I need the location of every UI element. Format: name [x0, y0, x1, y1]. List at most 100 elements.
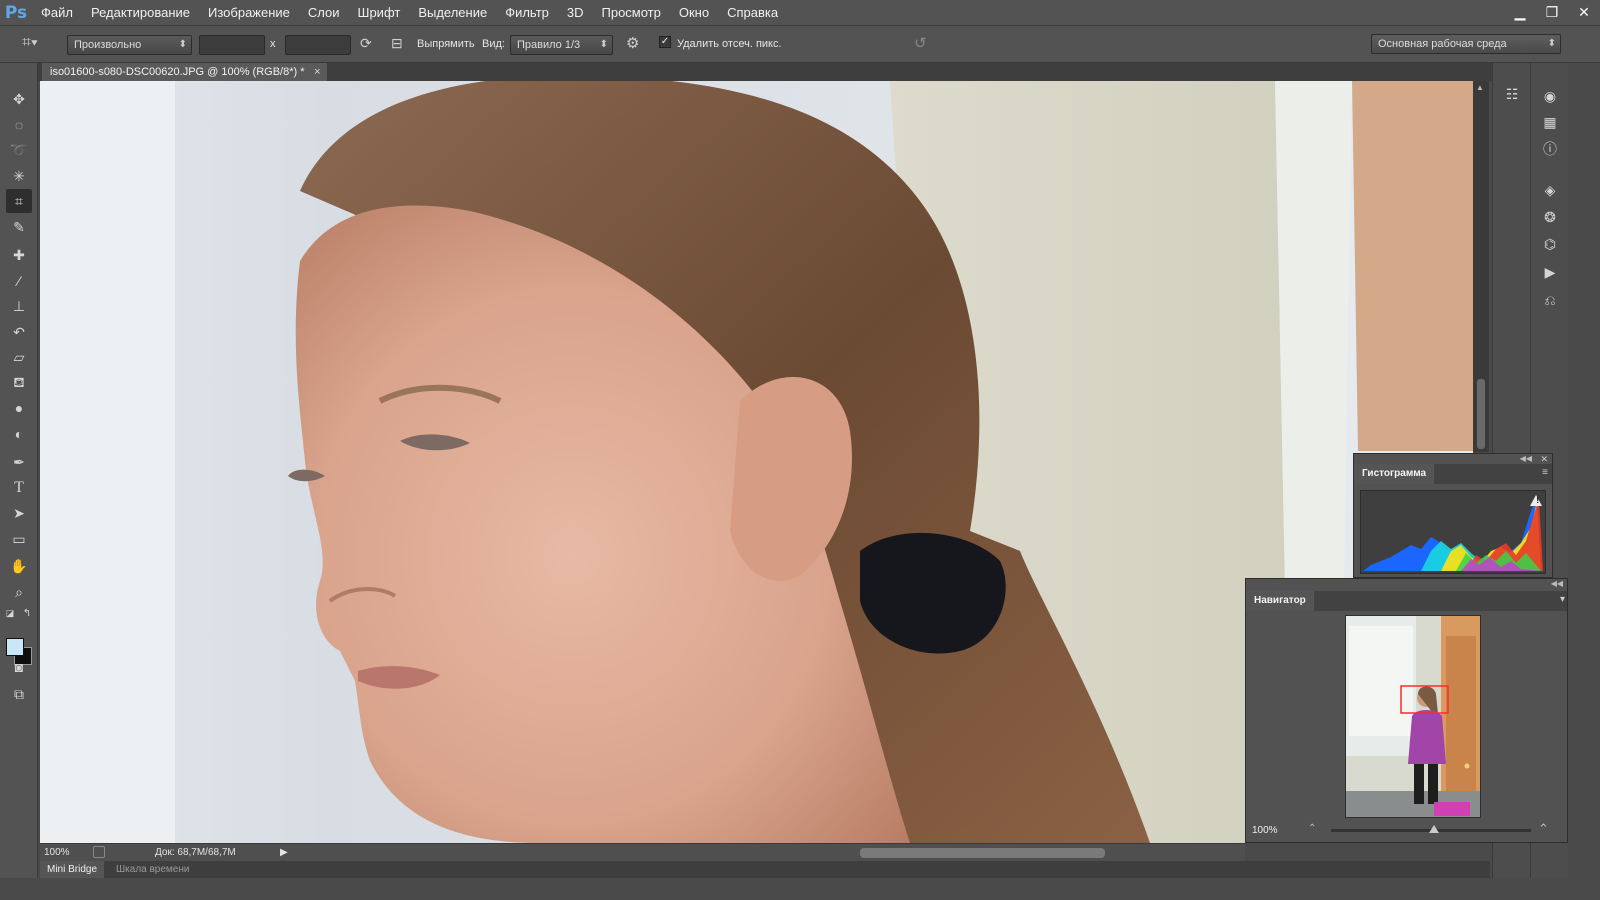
eraser-icon[interactable]: ▱ — [6, 345, 32, 369]
menu-view[interactable]: Просмотр — [593, 0, 670, 25]
histogram-header: Гистограмма ≡ — [1354, 464, 1552, 484]
brush-icon[interactable]: ∕ — [6, 269, 32, 293]
navigator-menu-icon[interactable]: ▾ — [1560, 594, 1565, 605]
close-tab-icon[interactable]: × — [314, 63, 320, 81]
straighten-icon[interactable]: ⊟ — [391, 35, 403, 52]
quick-mask-icon[interactable]: ◙ — [6, 655, 32, 679]
workspace-select[interactable]: Основная рабочая среда — [1371, 34, 1561, 54]
eyedropper-icon[interactable]: ✎ — [6, 215, 32, 239]
gear-icon[interactable]: ⚙ — [626, 34, 639, 52]
menu-3d[interactable]: 3D — [558, 0, 593, 25]
default-colors-icon[interactable]: ◪ — [2, 607, 18, 619]
layers-icon[interactable]: ◈ — [1539, 179, 1561, 201]
history-brush-icon[interactable]: ↶ — [6, 320, 32, 344]
marquee-icon[interactable]: ◌ — [6, 113, 32, 137]
info-icon[interactable]: ⓘ — [1539, 138, 1561, 160]
delete-cropped-label[interactable]: Удалить отсеч. пикс. — [677, 38, 782, 50]
magic-wand-icon[interactable]: ✳ — [6, 164, 32, 188]
zoom-out-icon[interactable]: ⌃ — [1308, 823, 1316, 834]
menu-select[interactable]: Выделение — [409, 0, 496, 25]
width-field[interactable] — [199, 35, 265, 55]
channels-icon[interactable]: ❂ — [1539, 206, 1561, 228]
horizontal-scrollbar[interactable] — [340, 848, 1200, 858]
tab-timeline[interactable]: Шкала времени — [109, 861, 196, 878]
collapse-navigator-icon[interactable]: ◀◀ — [1551, 579, 1563, 588]
paths-icon[interactable]: ⌬ — [1539, 233, 1561, 255]
scroll-up-icon[interactable]: ▲ — [1476, 83, 1484, 92]
menu-window[interactable]: Окно — [670, 0, 718, 25]
menu-layers[interactable]: Слои — [299, 0, 349, 25]
vertical-scroll-thumb[interactable] — [1477, 379, 1485, 449]
pen-icon[interactable]: ✒ — [6, 450, 32, 474]
crop-tool-preset-icon[interactable]: ⌗▾ — [22, 34, 38, 52]
hand-icon[interactable]: ✋ — [6, 554, 32, 578]
crop-icon[interactable]: ⌗ — [6, 189, 32, 213]
zoom-level[interactable]: 100% — [44, 847, 70, 858]
healing-brush-icon[interactable]: ✚ — [6, 243, 32, 267]
navigator-thumbnail[interactable] — [1345, 615, 1481, 818]
lasso-icon[interactable]: ➰ — [6, 138, 32, 162]
horizontal-scroll-thumb[interactable] — [860, 848, 1105, 858]
path-select-icon[interactable]: ➤ — [6, 501, 32, 525]
color-icon[interactable]: ◉ — [1539, 85, 1561, 107]
move-icon[interactable]: ✥ — [6, 87, 32, 111]
menu-edit[interactable]: Редактирование — [82, 0, 199, 25]
minimize-button[interactable]: ▁ — [1504, 0, 1536, 25]
type-icon[interactable]: T — [6, 476, 32, 500]
overlay-view-select[interactable]: Правило 1/3 — [510, 35, 613, 55]
options-bar: ⌗▾ Произвольно x ⟳ ⊟ Выпрямить Вид: Прав… — [0, 25, 1600, 63]
tab-mini-bridge[interactable]: Mini Bridge — [40, 861, 105, 878]
rectangle-icon[interactable]: ▭ — [6, 527, 32, 551]
vertical-scrollbar[interactable]: ▲ — [1473, 81, 1489, 452]
paint-bucket-icon[interactable]: ⛾ — [6, 371, 32, 395]
document-tabs: iso01600-s080-DSC00620.JPG @ 100% (RGB/8… — [38, 63, 1513, 81]
properties-icon[interactable]: ☷ — [1501, 83, 1523, 105]
menu-image[interactable]: Изображение — [199, 0, 299, 25]
history-icon[interactable]: ⎌ — [1539, 289, 1561, 311]
share-icon[interactable] — [93, 846, 105, 858]
close-button[interactable]: ✕ — [1568, 0, 1600, 25]
foreground-color-swatch[interactable] — [6, 638, 24, 656]
navigator-zoom-level[interactable]: 100% — [1252, 825, 1278, 836]
tools-panel: ✥ ◌ ➰ ✳ ⌗ ✎ ✚ ∕ ⊥ ↶ ▱ ⛾ ● ◐ ✒ T ➤ ▭ ✋ ⌕ … — [0, 63, 38, 878]
menu-type[interactable]: Шрифт — [349, 0, 410, 25]
zoom-in-icon[interactable]: ⌃ — [1538, 821, 1549, 837]
window-controls: ▁ ❐ ✕ — [1504, 0, 1600, 25]
clone-stamp-icon[interactable]: ⊥ — [6, 294, 32, 318]
document-title: iso01600-s080-DSC00620.JPG @ 100% (RGB/8… — [50, 66, 305, 78]
menu-bar: Ps Файл Редактирование Изображение Слои … — [0, 0, 1600, 25]
photoshop-logo: Ps — [4, 2, 28, 23]
menu-help[interactable]: Справка — [718, 0, 787, 25]
swap-colors-icon[interactable]: ↰ — [20, 607, 34, 619]
view-label: Вид: — [482, 38, 505, 50]
navigator-zoom-slider[interactable] — [1331, 825, 1531, 833]
tab-navigator[interactable]: Навигатор — [1246, 591, 1314, 611]
swatches-icon[interactable]: ▦ — [1539, 111, 1561, 133]
menu-filter[interactable]: Фильтр — [496, 0, 558, 25]
screen-mode-icon[interactable]: ⧉ — [6, 682, 32, 706]
blur-icon[interactable]: ● — [6, 396, 32, 420]
clipping-warning-mark: ! — [1536, 496, 1539, 505]
document-tab[interactable]: iso01600-s080-DSC00620.JPG @ 100% (RGB/8… — [42, 63, 327, 81]
reset-icon[interactable]: ↺ — [914, 34, 927, 52]
ratio-select[interactable]: Произвольно — [67, 35, 192, 55]
delete-cropped-checkbox[interactable]: ✓ — [659, 36, 671, 48]
collapse-icon[interactable]: ◀◀ — [1520, 454, 1532, 463]
dodge-icon[interactable]: ◐ — [6, 422, 32, 446]
bottom-panel-tabs: Mini Bridge Шкала времени — [40, 861, 1490, 878]
document-size: Док: 68,7M/68,7M — [155, 847, 236, 858]
restore-button[interactable]: ❐ — [1536, 0, 1568, 25]
zoom-icon[interactable]: ⌕ — [6, 580, 32, 604]
actions-icon[interactable]: ▶ — [1539, 261, 1561, 283]
menu-file[interactable]: Файл — [32, 0, 82, 25]
panel-menu-icon[interactable]: ≡ — [1542, 467, 1548, 478]
swap-dimensions-icon[interactable]: ⟳ — [360, 35, 372, 52]
navigator-panel: ◀◀ Навигатор ▾ 100% ⌃ ⌃ — [1245, 578, 1568, 843]
status-menu-icon[interactable]: ▶ — [280, 847, 288, 858]
straighten-label[interactable]: Выпрямить — [417, 38, 475, 50]
zoom-slider-knob[interactable] — [1429, 825, 1439, 833]
status-bar: 100% Док: 68,7M/68,7M ▶ — [40, 843, 1245, 861]
times-sign: x — [270, 38, 276, 50]
height-field[interactable] — [285, 35, 351, 55]
tab-histogram[interactable]: Гистограмма — [1354, 464, 1435, 484]
